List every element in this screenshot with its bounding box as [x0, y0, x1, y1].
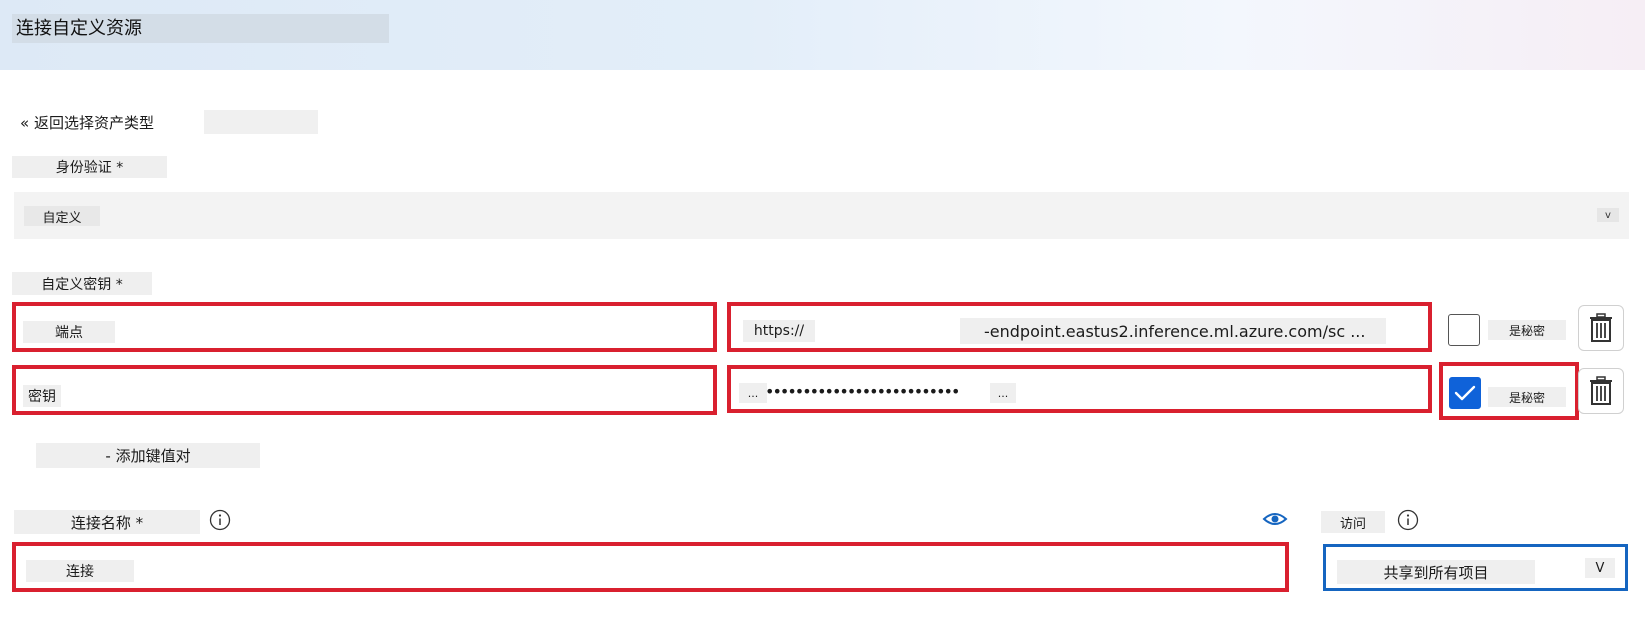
checkmark-icon	[1454, 385, 1476, 401]
endpoint-secret-checkbox[interactable]	[1448, 314, 1480, 346]
auth-selected-value: 自定义	[24, 206, 100, 226]
access-label: 访问	[1321, 511, 1385, 533]
custom-keys-label: 自定义密钥 *	[12, 272, 152, 295]
add-key-value-button[interactable]: - 添加键值对	[36, 443, 260, 468]
back-to-asset-type-link[interactable]: « 返回选择资产类型	[18, 110, 318, 134]
secret-value-more: ...	[990, 383, 1016, 403]
secret-key-field[interactable]: 密钥	[12, 365, 717, 415]
endpoint-key-field[interactable]: 端点	[12, 302, 717, 352]
secret-checkbox[interactable]	[1449, 377, 1481, 409]
secret-value-prefix: ...	[739, 383, 767, 403]
connection-name-label: 连接名称 *	[14, 510, 200, 534]
trash-icon	[1590, 376, 1612, 405]
secret-flag-highlight: 是秘密	[1439, 362, 1579, 420]
secret-value-masked: ••••••••••••••••••••••••••	[765, 382, 960, 401]
secret-value-field[interactable]: ... •••••••••••••••••••••••••• ...	[727, 365, 1432, 413]
back-link-label: « 返回选择资产类型	[20, 111, 154, 133]
info-icon[interactable]	[1397, 509, 1419, 531]
delete-secret-button[interactable]	[1578, 368, 1624, 414]
endpoint-value-prefix: https://	[743, 320, 815, 342]
secret-flag-label: 是秘密	[1488, 387, 1566, 407]
connection-name-field[interactable]: 连接	[12, 542, 1289, 592]
endpoint-value-field[interactable]: https:// -endpoint.eastus2.inference.ml.…	[727, 302, 1432, 352]
auth-dropdown[interactable]: 自定义 v	[14, 192, 1629, 239]
panel-header: 连接自定义资源	[0, 0, 1645, 70]
access-dropdown[interactable]: 共享到所有项目 V	[1323, 544, 1628, 591]
panel-title: 连接自定义资源	[12, 14, 389, 43]
secret-key-value: 密钥	[23, 385, 61, 407]
chevron-down-icon: v	[1597, 208, 1619, 222]
endpoint-value-suffix: -endpoint.eastus2.inference.ml.azure.com…	[960, 318, 1386, 344]
connection-name-value: 连接	[26, 560, 134, 582]
chevron-down-icon: V	[1585, 558, 1615, 578]
auth-label: 身份验证 *	[12, 156, 167, 178]
endpoint-secret-label: 是秘密	[1488, 320, 1566, 340]
access-selected-value: 共享到所有项目	[1337, 560, 1535, 584]
endpoint-key-value: 端点	[23, 321, 115, 343]
trash-icon	[1590, 313, 1612, 342]
eye-icon[interactable]	[1262, 510, 1288, 528]
delete-endpoint-button[interactable]	[1578, 305, 1624, 351]
info-icon[interactable]	[209, 509, 231, 531]
